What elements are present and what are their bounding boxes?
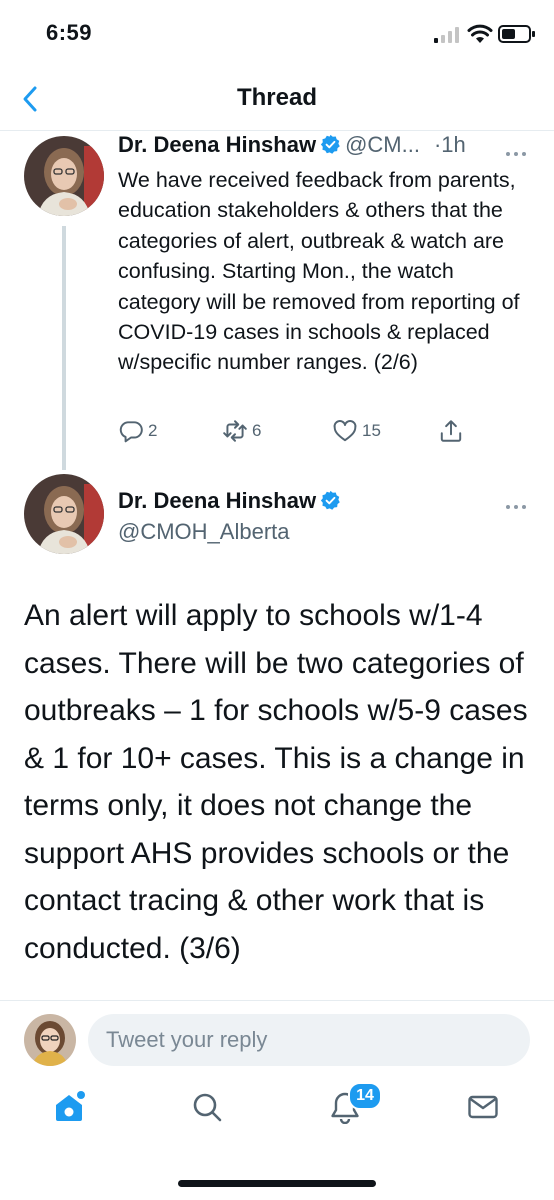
more-options-icon[interactable]: [506, 143, 536, 156]
reply-icon: [119, 421, 143, 443]
share-button[interactable]: [438, 416, 468, 446]
signal-icon: [434, 27, 459, 43]
tweet-text: We have received feedback from parents, …: [118, 168, 520, 375]
author-handle[interactable]: @CM...: [345, 132, 420, 157]
status-time: 6:59: [46, 20, 93, 45]
bottom-tab-bar: 14: [0, 1080, 554, 1160]
home-icon: [56, 1091, 85, 1121]
tab-home[interactable]: [52, 1090, 92, 1130]
author-name[interactable]: Dr. Deena Hinshaw: [118, 132, 316, 157]
divider: [0, 1000, 554, 1001]
nav-header: Thread: [0, 68, 554, 131]
retweet-button[interactable]: 6: [222, 416, 261, 446]
wifi-icon: [467, 24, 493, 43]
author-handle[interactable]: @CMOH_Alberta: [118, 519, 290, 545]
tab-messages[interactable]: [466, 1090, 506, 1130]
retweet-count: 6: [252, 421, 262, 440]
tab-notifications[interactable]: 14: [328, 1082, 382, 1130]
tweet-time: ·1h: [433, 132, 466, 157]
verified-badge-icon: [320, 134, 340, 154]
thread-connector-line: [62, 226, 66, 470]
page-title: Thread: [236, 84, 317, 111]
focused-tweet-text: An alert will apply to schools w/1-4 cas…: [24, 599, 528, 965]
author-avatar[interactable]: [24, 474, 104, 554]
like-button[interactable]: 15: [332, 416, 381, 446]
heart-icon: [333, 420, 357, 442]
author-name-row: Dr. Deena Hinshaw: [118, 488, 345, 514]
messages-icon: [468, 1095, 498, 1119]
verified-badge-icon: [320, 490, 340, 510]
like-count: 15: [362, 421, 381, 440]
reply-button[interactable]: 2: [118, 416, 157, 446]
tab-search[interactable]: [190, 1090, 230, 1130]
user-avatar[interactable]: [24, 1014, 76, 1066]
tweet-header: Dr. Deena Hinshaw @CM... ·1h: [118, 132, 466, 158]
search-icon: [193, 1093, 222, 1122]
more-options-icon[interactable]: [506, 496, 536, 509]
tweet-actions: 2 6 15: [118, 416, 538, 450]
home-indicator: [178, 1180, 376, 1187]
reply-count: 2: [148, 421, 158, 440]
battery-icon: [498, 25, 535, 43]
retweet-icon: [223, 420, 247, 442]
notification-badge: 14: [348, 1082, 382, 1110]
author-avatar[interactable]: [24, 136, 104, 216]
share-icon: [440, 420, 462, 442]
reply-input[interactable]: [88, 1014, 530, 1066]
status-bar: 6:59: [0, 0, 554, 68]
author-name[interactable]: Dr. Deena Hinshaw: [118, 488, 316, 513]
